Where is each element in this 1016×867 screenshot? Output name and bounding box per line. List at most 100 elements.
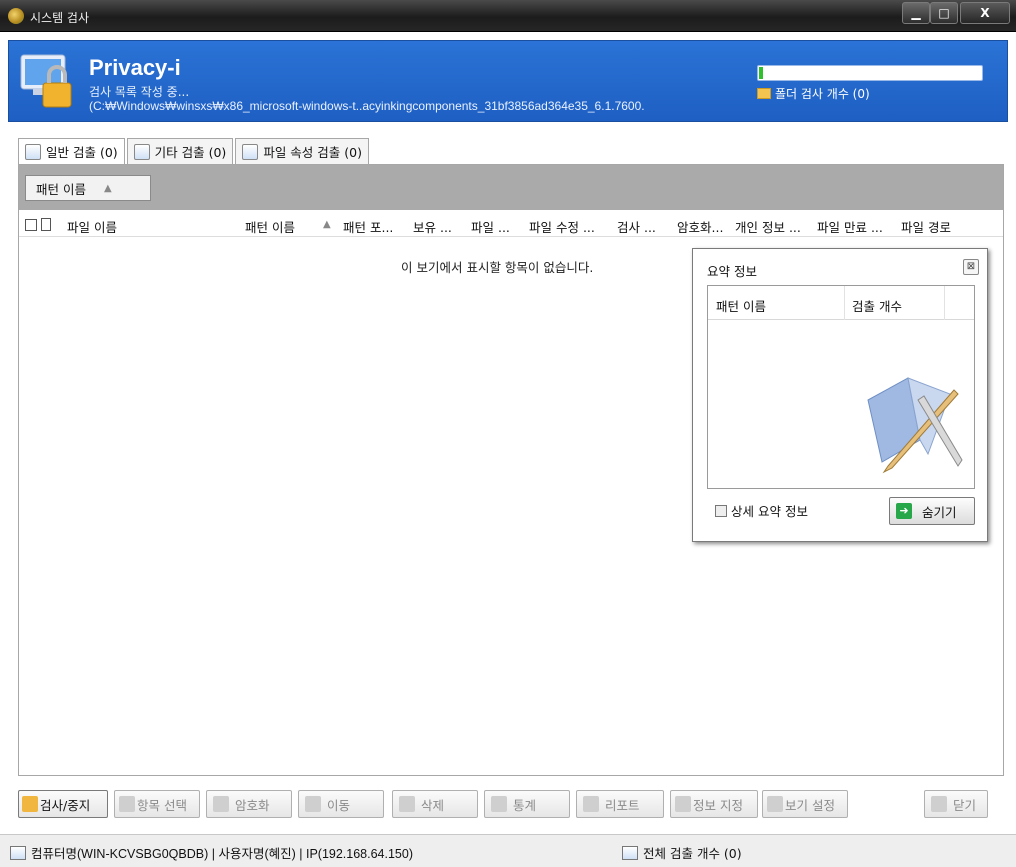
pencil-ruler-icon — [867, 377, 963, 474]
column-pattern-format[interactable]: 패턴 포... — [343, 217, 393, 236]
report-label: 리포트 — [605, 797, 640, 813]
computer-icon — [10, 845, 26, 860]
folder-count-label: 폴더 검사 개수 (0) — [775, 87, 870, 101]
lock-icon — [213, 796, 229, 812]
summary-panel: 요약 정보 ⊠ 패턴 이름 검출 개수 상세 요약 정보 ➜ 숨기기 — [692, 248, 988, 542]
hide-summary-button[interactable]: ➜ 숨기기 — [889, 497, 975, 525]
sort-asc-icon: ▲ — [323, 219, 331, 230]
summary-table-header: 패턴 이름 검출 개수 — [708, 286, 974, 320]
encrypt-label: 암호화 — [235, 797, 270, 813]
summary-close-button[interactable]: ⊠ — [963, 259, 979, 275]
arrow-right-icon: ➜ — [896, 503, 912, 519]
delete-label: 삭제 — [421, 797, 445, 813]
view-settings-label: 보기 설정 — [785, 797, 835, 813]
scan-progress-fill — [759, 67, 763, 79]
column-pattern-name[interactable]: 패턴 이름 — [245, 217, 295, 236]
result-tabs: 일반 검출 (0) 기타 검출 (0) 파일 속성 검출 (0) — [18, 138, 371, 164]
info-set-button[interactable]: 정보 지정 — [670, 790, 758, 818]
minimize-button[interactable]: ▁ — [902, 2, 930, 24]
app-title: Privacy-i — [89, 55, 181, 80]
scan-progress-bar — [757, 65, 983, 81]
summary-column-pattern-name[interactable]: 패턴 이름 — [716, 296, 766, 315]
total-detection-count: 전체 검출 개수 (0) — [622, 843, 742, 862]
detail-summary-checkbox[interactable]: 상세 요약 정보 — [715, 501, 808, 520]
machine-info-text: 컴퓨터명(WIN-KCVSBG0QBDB) | 사용자명(혜진) | IP(19… — [31, 847, 413, 861]
column-file-modified[interactable]: 파일 수정 ... — [529, 217, 595, 236]
tab-label: 일반 검출 (0) — [46, 145, 118, 160]
report-icon — [583, 796, 599, 812]
window-title: 시스템 검사 — [30, 11, 90, 25]
status-bar: 컴퓨터명(WIN-KCVSBG0QBDB) | 사용자명(혜진) | IP(19… — [0, 834, 1016, 867]
group-by-bar: 패턴 이름 ▲ — [19, 165, 1003, 210]
group-by-label: 패턴 이름 — [36, 181, 86, 197]
checklist-icon — [25, 143, 41, 160]
select-all-checkbox[interactable] — [25, 219, 37, 231]
document-icon — [41, 218, 51, 231]
column-scan[interactable]: 검사 ... — [617, 217, 656, 236]
tab-label: 파일 속성 검출 (0) — [263, 145, 362, 160]
column-personal-info[interactable]: 개인 정보 ... — [735, 217, 801, 236]
delete-icon — [399, 796, 415, 812]
tab-other-detection[interactable]: 기타 검출 (0) — [126, 138, 234, 164]
sort-asc-icon: ▲ — [103, 182, 112, 194]
statistics-button[interactable]: 통계 — [484, 790, 570, 818]
tab-general-detection[interactable]: 일반 검출 (0) — [18, 138, 125, 164]
total-count-text: 전체 검출 개수 (0) — [643, 846, 742, 861]
select-items-icon — [119, 796, 135, 812]
detail-summary-label: 상세 요약 정보 — [731, 504, 808, 519]
column-divider — [944, 286, 945, 320]
column-file-path[interactable]: 파일 경로 — [901, 217, 951, 236]
column-file-expiry[interactable]: 파일 만료 ... — [817, 217, 883, 236]
move-label: 이동 — [327, 797, 351, 813]
folder-icon — [757, 88, 771, 99]
exit-icon — [931, 796, 947, 812]
info-set-icon — [675, 796, 691, 812]
title-bar: 시스템 검사 ▁ □ X — [0, 0, 1016, 32]
column-header-row: 파일 이름 패턴 이름 ▲ 패턴 포... 보유 ... 파일 ... 파일 수… — [19, 211, 1003, 237]
close-icon: ⊠ — [966, 261, 976, 272]
column-file[interactable]: 파일 ... — [471, 217, 510, 236]
scan-header: Privacy-i 검사 목록 작성 중... (C:₩Windows₩wins… — [8, 40, 1008, 122]
close-label: 닫기 — [953, 797, 977, 813]
statistics-label: 통계 — [513, 797, 537, 813]
report-button[interactable]: 리포트 — [576, 790, 664, 818]
report-icon — [622, 845, 638, 860]
column-file-name[interactable]: 파일 이름 — [67, 217, 117, 236]
view-settings-button[interactable]: 보기 설정 — [762, 790, 848, 818]
scan-stop-button[interactable]: 검사/중지 — [18, 790, 108, 818]
machine-info: 컴퓨터명(WIN-KCVSBG0QBDB) | 사용자명(혜진) | IP(19… — [10, 843, 413, 862]
folder-hand-icon — [133, 143, 150, 160]
delete-button[interactable]: 삭제 — [392, 790, 478, 818]
bar-chart-icon — [491, 796, 507, 812]
empty-list-message: 이 보기에서 표시할 항목이 없습니다. — [401, 260, 594, 275]
column-encryption[interactable]: 암호화... — [677, 217, 723, 236]
checkbox[interactable] — [715, 504, 727, 517]
scan-status-text: 검사 목록 작성 중... — [89, 85, 190, 99]
encrypt-button[interactable]: 암호화 — [206, 790, 292, 818]
close-window-button[interactable]: X — [960, 2, 1010, 24]
privacy-lock-icon — [20, 54, 72, 108]
view-settings-icon — [767, 796, 783, 812]
file-properties-icon — [242, 143, 259, 160]
maximize-icon: □ — [938, 6, 950, 20]
summary-title: 요약 정보 — [707, 264, 757, 279]
group-by-chip[interactable]: 패턴 이름 ▲ — [25, 175, 151, 201]
action-toolbar: 검사/중지 항목 선택 암호화 이동 삭제 통계 리포트 정보 지정 보기 설정… — [18, 790, 1006, 818]
info-set-label: 정보 지정 — [693, 797, 743, 813]
maximize-button[interactable]: □ — [930, 2, 958, 24]
hide-label: 숨기기 — [922, 504, 957, 520]
scan-stop-label: 검사/중지 — [40, 797, 91, 813]
summary-column-detection-count[interactable]: 검출 개수 — [852, 296, 902, 315]
tab-label: 기타 검출 (0) — [154, 145, 227, 160]
select-items-button[interactable]: 항목 선택 — [114, 790, 200, 818]
tab-file-attribute-detection[interactable]: 파일 속성 검출 (0) — [235, 138, 369, 164]
move-button[interactable]: 이동 — [298, 790, 384, 818]
minimize-icon: ▁ — [911, 6, 921, 20]
close-button[interactable]: 닫기 — [924, 790, 988, 818]
summary-table: 패턴 이름 검출 개수 — [707, 285, 975, 489]
move-arrow-icon — [305, 796, 321, 812]
app-icon — [8, 8, 24, 24]
folder-scan-count: 폴더 검사 개수 (0) — [757, 85, 870, 102]
column-divider — [844, 286, 845, 320]
column-retention[interactable]: 보유 ... — [413, 217, 452, 236]
